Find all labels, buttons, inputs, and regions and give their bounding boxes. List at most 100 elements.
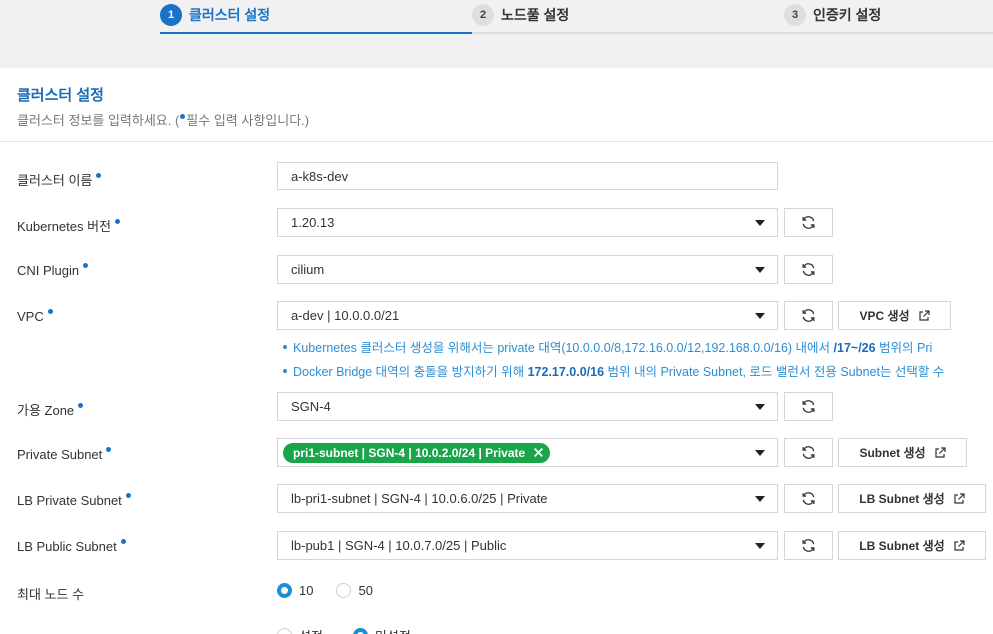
caret-down-icon [755, 313, 765, 319]
radio-label: 설정 [299, 626, 323, 634]
hint-text: Docker Bridge 대역의 충돌을 방지하기 위해 [293, 365, 528, 379]
lb-private-subnet-create-button[interactable]: LB Subnet 생성 [838, 484, 986, 513]
cni-plugin-label: CNI Plugin [17, 263, 89, 278]
zone-select[interactable]: SGN-4 [277, 392, 778, 421]
button-label: Subnet 생성 [859, 446, 926, 460]
select-value: cilium [291, 262, 325, 277]
k8s-version-select[interactable]: 1.20.13 [277, 208, 778, 237]
private-subnet-multiselect[interactable]: pri1-subnet | SGN-4 | 10.0.2.0/24 | Priv… [277, 438, 778, 467]
max-nodes-option-10[interactable]: 10 [277, 583, 313, 598]
step-label: 인증키 설정 [813, 7, 882, 23]
required-dot-icon [96, 173, 102, 178]
lb-private-subnet-label: LB Private Subnet [17, 493, 131, 508]
radio-button[interactable] [336, 583, 352, 598]
vpc-refresh-button[interactable] [784, 301, 833, 330]
lb-private-subnet-refresh-button[interactable] [784, 484, 833, 513]
required-dot-icon [115, 219, 121, 224]
vpc-hint-2: Docker Bridge 대역의 충돌을 방지하기 위해 172.17.0.0… [283, 361, 944, 380]
max-nodes-label: 최대 노드 수 [17, 584, 84, 603]
button-label: LB Subnet 생성 [859, 492, 945, 506]
label-text: Kubernetes 버전 [17, 219, 112, 234]
required-dot-icon [120, 539, 126, 544]
required-dot-icon [47, 309, 53, 314]
lb-public-subnet-refresh-button[interactable] [784, 531, 833, 560]
max-nodes-option-50[interactable]: 50 [336, 583, 373, 598]
radio-button-checked[interactable] [352, 628, 368, 634]
remove-tag-icon[interactable] [533, 447, 544, 458]
cni-plugin-refresh-button[interactable] [784, 255, 833, 284]
cni-plugin-select[interactable]: cilium [277, 255, 778, 284]
zone-label: 가용 Zone [17, 400, 84, 419]
external-link-icon [954, 539, 965, 551]
k8s-version-refresh-button[interactable] [784, 208, 833, 237]
lb-public-subnet-create-button[interactable]: LB Subnet 생성 [838, 531, 986, 560]
tag-label: pri1-subnet | SGN-4 | 10.0.2.0/24 | Priv… [293, 445, 526, 460]
step-authkey-settings[interactable]: 3 인증키 설정 [784, 4, 881, 26]
desc-prefix: 클러스터 정보를 입력하세요. ( [17, 113, 180, 128]
section-description: 클러스터 정보를 입력하세요. ( 필수 입력 사항입니다.) [17, 110, 309, 129]
step-label: 클러스터 설정 [189, 7, 271, 23]
required-dot-icon [180, 114, 186, 119]
caret-down-icon [755, 404, 765, 410]
lb-public-subnet-label: LB Public Subnet [17, 539, 126, 554]
required-dot-icon [125, 493, 131, 498]
radio-label: 10 [299, 583, 314, 598]
step-label: 노드풀 설정 [501, 7, 570, 23]
required-dot-icon [83, 263, 89, 268]
input-value: a-k8s-dev [291, 168, 349, 184]
private-subnet-label: Private Subnet [17, 447, 112, 462]
zone-refresh-button[interactable] [784, 392, 833, 421]
subnet-create-button[interactable]: Subnet 생성 [838, 438, 967, 467]
radio-label: 50 [358, 583, 373, 598]
max-nodes-radio-group: 10 50 [277, 583, 396, 598]
select-value: a-dev | 10.0.0.0/21 [291, 308, 400, 323]
radio-label: 미설정 [375, 626, 411, 634]
radio-button-checked[interactable] [277, 583, 292, 598]
hint-text: Kubernetes 클러스터 생성을 위해서는 private 대역(10.0… [293, 341, 834, 355]
step-number: 1 [160, 4, 182, 26]
label-text: Private Subnet [17, 447, 103, 462]
stepper-track-active [160, 32, 472, 34]
caret-down-icon [755, 543, 765, 549]
refresh-icon [802, 492, 815, 505]
caret-down-icon [755, 450, 765, 456]
label-text: 가용 Zone [17, 403, 75, 418]
label-text: LB Private Subnet [17, 493, 122, 508]
select-value: 1.20.13 [291, 215, 335, 230]
bullet-icon [283, 345, 287, 349]
hint-emphasis: /17~/26 [833, 341, 876, 355]
button-label: VPC 생성 [859, 309, 910, 323]
step-number: 3 [784, 4, 806, 26]
vpc-label: VPC [17, 309, 53, 324]
step-number: 2 [472, 4, 494, 26]
select-value: lb-pub1 | SGN-4 | 10.0.7.0/25 | Public [291, 538, 507, 553]
select-value: lb-pri1-subnet | SGN-4 | 10.0.6.0/25 | P… [291, 491, 548, 506]
label-text: VPC [17, 309, 44, 324]
refresh-icon [802, 309, 815, 322]
desc-suffix: 필수 입력 사항입니다.) [186, 113, 310, 128]
label-text: LB Public Subnet [17, 539, 117, 554]
hint-text: 범위의 Pri [875, 341, 933, 355]
cluster-name-input[interactable]: a-k8s-dev [277, 162, 778, 190]
last-row-radio-group: 설정 미설정 [277, 626, 434, 634]
vpc-select[interactable]: a-dev | 10.0.0.0/21 [277, 301, 778, 330]
private-subnet-refresh-button[interactable] [784, 438, 833, 467]
selected-subnet-tag[interactable]: pri1-subnet | SGN-4 | 10.0.2.0/24 | Priv… [283, 442, 551, 463]
caret-down-icon [755, 496, 765, 502]
label-text: 클러스터 이름 [17, 173, 93, 188]
refresh-icon [802, 539, 815, 552]
option-unset[interactable]: 미설정 [352, 626, 411, 634]
step-nodepool-settings[interactable]: 2 노드풀 설정 [472, 4, 569, 26]
vpc-hint-1: Kubernetes 클러스터 생성을 위해서는 private 대역(10.0… [283, 337, 944, 356]
option-set[interactable]: 설정 [277, 626, 323, 634]
required-dot-icon [106, 447, 112, 452]
refresh-icon [802, 400, 815, 413]
vpc-create-button[interactable]: VPC 생성 [838, 301, 951, 330]
wizard-stepper: 1 클러스터 설정 2 노드풀 설정 3 인증키 설정 [0, 0, 993, 68]
radio-button[interactable] [277, 628, 292, 634]
label-text: CNI Plugin [17, 263, 80, 278]
external-link-icon [934, 446, 946, 458]
lb-private-subnet-select[interactable]: lb-pri1-subnet | SGN-4 | 10.0.6.0/25 | P… [277, 484, 778, 513]
lb-public-subnet-select[interactable]: lb-pub1 | SGN-4 | 10.0.7.0/25 | Public [277, 531, 778, 560]
step-cluster-settings[interactable]: 1 클러스터 설정 [160, 4, 270, 26]
